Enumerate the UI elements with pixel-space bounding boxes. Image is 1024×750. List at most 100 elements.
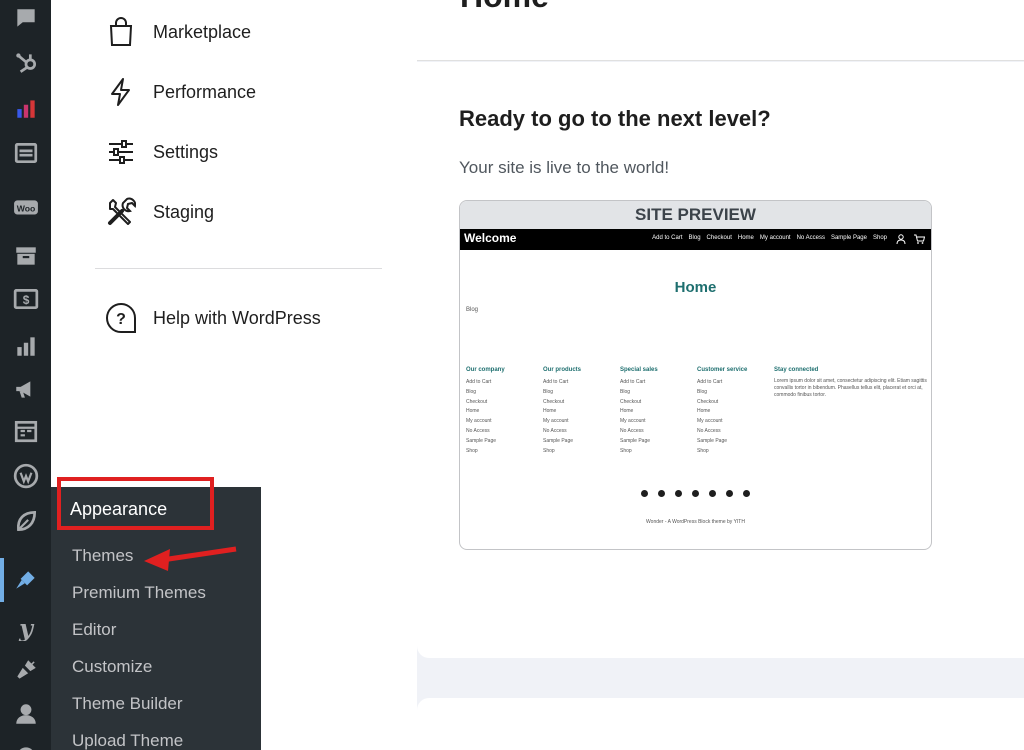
preview-column-link: Sample Page	[543, 437, 574, 444]
preview-menu-item: Add to Cart	[652, 235, 683, 241]
preview-column-link: Sample Page	[620, 437, 651, 444]
preview-column-link: Home	[466, 408, 480, 415]
preview-column-link: My account	[466, 418, 492, 425]
preview-menu-item: My account	[759, 235, 791, 241]
marketing-icon[interactable]	[10, 373, 42, 405]
preview-column-link: Add to Cart	[697, 379, 723, 385]
preview-menu-item: No Access	[796, 235, 825, 241]
preview-column-link: My account	[543, 418, 569, 425]
appearance-brush-icon[interactable]	[10, 564, 42, 596]
preview-column-title: Special sales	[620, 367, 658, 373]
preview-navbar: Welcome Add to Cart Blog Checkout Home M…	[460, 229, 931, 250]
forms-icon[interactable]	[10, 137, 42, 169]
account-icon	[896, 234, 906, 245]
preview-column-link: Home	[620, 408, 634, 415]
twitter-icon	[726, 490, 733, 497]
hubspot-icon[interactable]	[10, 46, 42, 78]
active-menu-indicator	[0, 558, 4, 602]
nav-label: Performance	[153, 81, 257, 102]
page-header-card: Home	[417, 0, 1024, 61]
annotation-arrow-icon	[144, 546, 237, 571]
preview-home-heading: Home	[674, 279, 717, 296]
preview-column-link: Checkout	[543, 398, 565, 405]
instagram-icon	[743, 490, 750, 497]
woocommerce-icon[interactable]: Woo	[10, 192, 42, 224]
preview-column-link: Home	[543, 408, 557, 415]
pinterest-icon	[709, 490, 716, 497]
cart-icon	[914, 234, 925, 244]
preview-column-link: Blog	[543, 388, 554, 395]
analytics-icon[interactable]	[10, 92, 42, 124]
tools-admin-icon[interactable]	[10, 740, 42, 750]
preview-column-title: Our company	[466, 367, 505, 373]
submenu-item-upload-theme[interactable]: Upload Theme	[72, 731, 183, 750]
help-icon: ?	[105, 302, 137, 334]
submenu-item-customize[interactable]: Customize	[72, 657, 152, 677]
preview-footer-credit: Wonder - A WordPress Block theme by YITH	[646, 519, 745, 525]
preview-footer-column: Customer service Add to Cart Blog Checko…	[697, 367, 747, 456]
yoast-icon[interactable]: y	[10, 612, 42, 644]
preview-social-icons	[460, 490, 931, 497]
payments-icon[interactable]: $	[10, 283, 42, 315]
youtube-icon	[658, 490, 665, 497]
submenu-item-theme-builder[interactable]: Theme Builder	[72, 694, 183, 714]
preview-column-link: Blog	[466, 388, 477, 395]
nav-label: Staging	[153, 201, 215, 222]
preview-column-link: Shop	[620, 447, 632, 454]
preview-column-link: Checkout	[620, 398, 642, 405]
preview-column-link: No Access	[466, 427, 490, 434]
linkedin-icon	[692, 490, 699, 497]
facebook-icon	[641, 490, 648, 497]
preview-column-link: No Access	[543, 427, 567, 434]
stats-icon[interactable]	[10, 330, 42, 362]
plugins-icon[interactable]	[10, 654, 42, 686]
preview-column-link: Checkout	[697, 398, 719, 405]
annotation-highlight-box	[57, 477, 214, 530]
preview-footer-column: Special sales Add to Cart Blog Checkout …	[620, 367, 658, 456]
preview-menu-item: Home	[737, 235, 754, 241]
submenu-item-themes[interactable]: Themes	[72, 546, 133, 566]
preview-column-title: Customer service	[697, 367, 748, 373]
mascot-icon[interactable]	[10, 460, 42, 492]
preview-menu-item: Sample Page	[830, 235, 867, 241]
calendar-icon[interactable]	[10, 415, 42, 447]
submenu-item-editor[interactable]: Editor	[72, 620, 116, 640]
preview-brand: Welcome	[464, 231, 517, 245]
preview-stay-text: Lorem ipsum dolor sit amet, consectetur …	[774, 378, 927, 398]
preview-column-link: Sample Page	[697, 437, 728, 444]
card-subtext: Your site is live to the world!	[459, 158, 670, 177]
preview-column-link: My account	[697, 418, 723, 425]
preview-footer-column: Our products Add to Cart Blog Checkout H…	[543, 367, 581, 456]
preview-menu-item: Shop	[872, 235, 887, 241]
preview-column-link: Checkout	[466, 398, 488, 405]
leaf-icon[interactable]	[10, 505, 42, 537]
archive-icon[interactable]	[10, 240, 42, 272]
preview-column-link: Add to Cart	[620, 379, 646, 385]
submenu-item-premium-themes[interactable]: Premium Themes	[72, 583, 206, 603]
nav-divider	[95, 268, 382, 269]
preview-menu: Add to Cart Blog Checkout Home My accoun…	[652, 235, 887, 241]
page-title: Home	[460, 0, 549, 15]
preview-menu-item: Checkout	[706, 235, 732, 241]
preview-stay-connected: Stay connected Lorem ipsum dolor sit ame…	[774, 367, 930, 399]
site-preview-header: SITE PREVIEW	[460, 201, 931, 229]
site-preview[interactable]: SITE PREVIEW Welcome Add to Cart Blog Ch…	[459, 200, 932, 550]
preview-column-link: Blog	[620, 388, 631, 395]
preview-column-link: Sample Page	[466, 437, 497, 444]
preview-column-link: Shop	[543, 447, 555, 454]
site-status-card: Ready to go to the next level? Your site…	[417, 62, 1024, 658]
sliders-icon	[105, 136, 137, 168]
svg-text:?: ?	[116, 311, 126, 328]
preview-column-title: Stay connected	[774, 367, 819, 373]
svg-text:Woo: Woo	[17, 203, 36, 213]
tiktok-icon	[675, 490, 682, 497]
admin-icon-bar: Woo $ y	[0, 0, 51, 750]
card-headline: Ready to go to the next level?	[459, 106, 771, 131]
users-icon[interactable]	[10, 698, 42, 730]
preview-column-link: My account	[620, 418, 646, 425]
preview-column-title: Our products	[543, 367, 582, 373]
preview-column-link: Shop	[466, 447, 478, 454]
nav-label: Help with WordPress	[153, 307, 321, 328]
preview-column-link: No Access	[620, 427, 644, 434]
comments-icon[interactable]	[10, 3, 42, 35]
